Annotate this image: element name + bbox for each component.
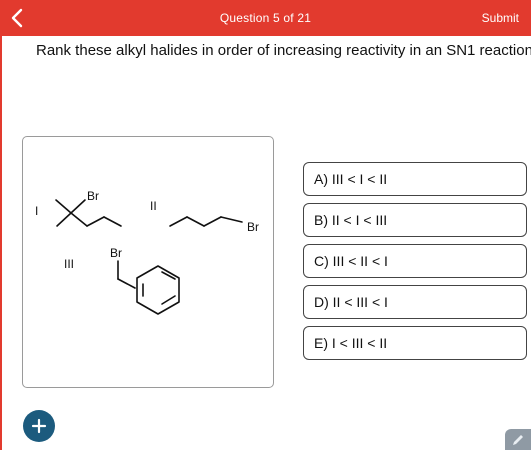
choice-b[interactable]: B) II < I < III (303, 203, 527, 237)
structure-label-iii: III (64, 257, 74, 271)
structure-label-i: I (35, 204, 38, 218)
structure-i-br: Br (87, 189, 99, 203)
left-accent-bar (0, 36, 2, 450)
structures-drawing: I Br II Br III Br (35, 189, 259, 315)
corner-tool-button[interactable] (505, 429, 531, 450)
choice-c[interactable]: C) III < II < I (303, 244, 527, 278)
choice-a[interactable]: A) III < I < II (303, 162, 527, 196)
pencil-icon (513, 434, 523, 445)
header-bar: Question 5 of 21 Submit (0, 0, 531, 36)
structure-i (55, 199, 122, 227)
question-counter: Question 5 of 21 (219, 11, 312, 25)
structures-panel: I Br II Br III Br (22, 136, 274, 388)
choice-e[interactable]: E) I < III < II (303, 326, 527, 360)
structure-iii (117, 260, 180, 315)
question-prompt: Rank these alkyl halides in order of inc… (36, 42, 531, 59)
submit-button[interactable]: Submit (482, 11, 519, 25)
structure-ii (169, 216, 243, 227)
choice-d[interactable]: D) II < III < I (303, 285, 527, 319)
plus-icon (31, 418, 47, 434)
structure-label-ii: II (150, 199, 157, 213)
add-button[interactable] (23, 410, 55, 442)
structure-iii-br: Br (110, 246, 122, 260)
structure-ii-br: Br (247, 220, 259, 234)
